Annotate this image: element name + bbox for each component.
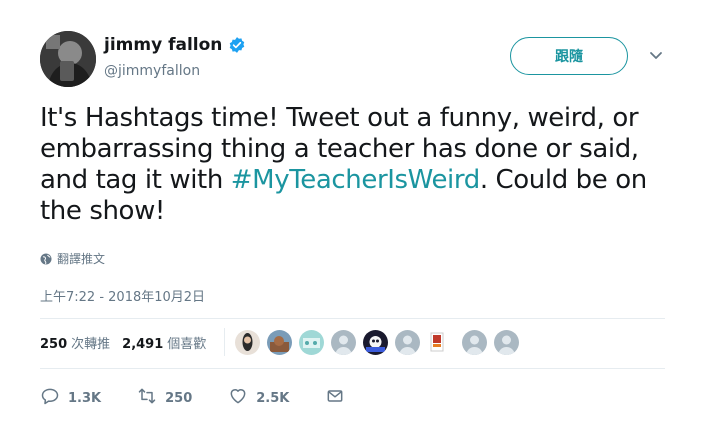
liker-avatar[interactable] [235, 329, 261, 355]
tweet-actions: 1.3K 250 2.5K [40, 383, 381, 413]
default-avatar-icon[interactable] [395, 329, 421, 355]
reply-count: 1.3K [68, 390, 102, 406]
tweet-timestamp[interactable]: 上午7:22 - 2018年10月2日 [40, 286, 205, 305]
globe-icon [40, 253, 52, 265]
divider [224, 328, 226, 356]
display-name[interactable]: jimmy fallon [104, 35, 222, 55]
direct-message-button[interactable] [325, 386, 345, 410]
reply-icon [40, 386, 60, 410]
liker-avatar[interactable] [427, 330, 447, 355]
retweet-count: 250 [165, 390, 193, 406]
liker-avatar[interactable] [299, 329, 325, 355]
retweet-icon [137, 386, 157, 410]
chevron-down-icon[interactable] [648, 47, 664, 63]
tweet-header: jimmy fallon @jimmyfallon 跟隨 [40, 31, 680, 87]
follow-button[interactable]: 跟隨 [510, 37, 628, 75]
default-avatar-icon[interactable] [494, 329, 520, 355]
user-handle[interactable]: @jimmyfallon [104, 63, 200, 79]
reply-button[interactable]: 1.3K [40, 386, 101, 410]
liker-avatar[interactable] [363, 329, 389, 355]
likes-label: 個喜歡 [167, 336, 207, 352]
divider [40, 318, 665, 319]
translate-tweet-link[interactable]: 翻譯推文 [40, 250, 105, 267]
retweet-button[interactable]: 250 [137, 386, 192, 410]
retweets-count: 250 [40, 336, 68, 352]
likers-avatars [235, 329, 520, 355]
avatar[interactable] [40, 31, 96, 87]
likes-stat[interactable]: 2,491 個喜歡 [122, 333, 206, 352]
hashtag-link[interactable]: #MyTeacherIsWeird [231, 165, 480, 195]
divider [40, 368, 665, 369]
default-avatar-icon[interactable] [462, 329, 488, 355]
liker-avatar[interactable] [267, 329, 293, 355]
tweet-text: It's Hashtags time! Tweet out a funny, w… [40, 103, 680, 227]
default-avatar-icon[interactable] [331, 329, 357, 355]
envelope-icon [325, 386, 345, 410]
like-count: 2.5K [256, 390, 290, 406]
like-button[interactable]: 2.5K [228, 386, 289, 410]
heart-icon [228, 386, 248, 410]
translate-label: 翻譯推文 [57, 252, 106, 266]
engagement-stats: 250 次轉推 2,491 個喜歡 [40, 322, 665, 362]
retweets-label: 次轉推 [71, 336, 111, 352]
retweets-stat[interactable]: 250 次轉推 [40, 333, 110, 352]
verified-badge-icon [228, 36, 246, 54]
likes-count: 2,491 [122, 336, 164, 352]
